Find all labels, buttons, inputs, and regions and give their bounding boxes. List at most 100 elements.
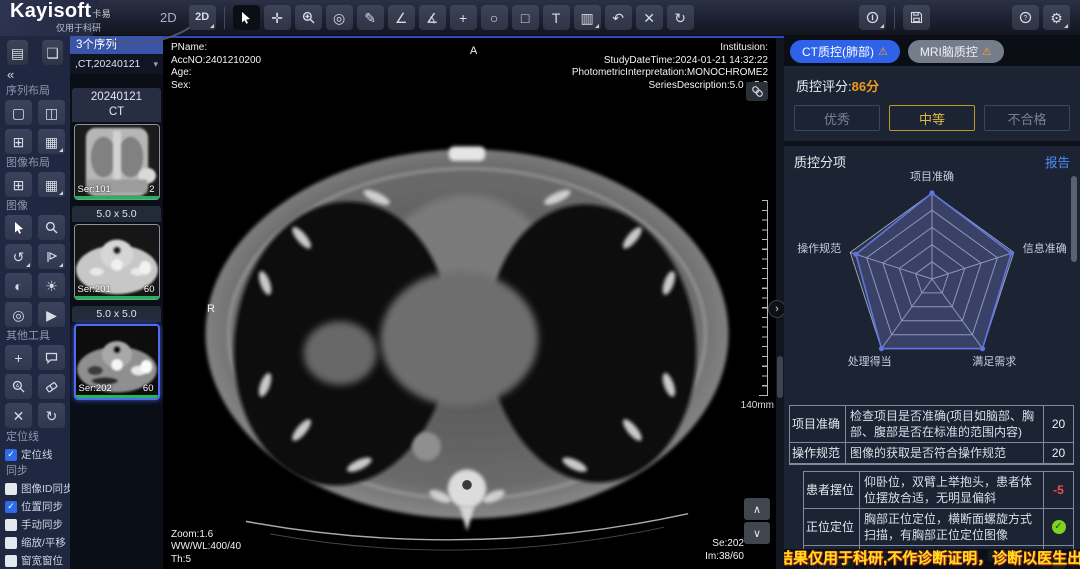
qc-item-score: ✓ bbox=[1044, 509, 1073, 545]
settings-button[interactable]: ⚙ bbox=[1043, 5, 1070, 30]
qc-item-description: 检查项目是否准确(项目如脑部、胸部、腹部是否在标准的范围内容) bbox=[846, 406, 1044, 442]
zoom-window-overlay: Zoom:1.6 WW/WL:400/40 Th:5 bbox=[171, 529, 241, 567]
pan-icon: ✛ bbox=[271, 11, 283, 25]
2d-view-button[interactable]: 2D bbox=[189, 5, 216, 30]
qc-score-value: 86分 bbox=[852, 79, 879, 94]
slice-scrollbar-thumb[interactable] bbox=[777, 356, 783, 398]
probe-tool[interactable]: + bbox=[450, 5, 477, 30]
brightness-icon: ☀ bbox=[45, 279, 58, 293]
image-viewport[interactable]: PName: AccNO:2401210200 Age: Sex: A Inst… bbox=[163, 36, 784, 569]
image-layout-3x3-icon: ▦ bbox=[45, 178, 58, 192]
series-layout-3x3[interactable]: ▦ bbox=[38, 129, 65, 154]
sidebar-tool-groups: 序列布局▢◫⊞▦图像布局⊞▦图像↺◐☀◎▶其他工具+A✕↻ bbox=[5, 85, 65, 428]
qc-score-label: 质控评分: bbox=[796, 79, 852, 94]
penalty-score: -5 bbox=[1053, 482, 1064, 498]
checkbox-缩放/平移[interactable]: 缩放/平移 bbox=[5, 535, 65, 550]
comment-tool[interactable] bbox=[38, 345, 65, 370]
series-number-label: Ser:201 bbox=[78, 284, 111, 295]
flip-rotate-tool[interactable]: ↺ bbox=[5, 244, 32, 269]
previous-slice-button[interactable]: ∧ bbox=[744, 498, 770, 520]
eraser-tool[interactable] bbox=[38, 374, 65, 399]
qc-subsection-title: 质控分项 bbox=[794, 152, 846, 171]
save-button[interactable] bbox=[903, 5, 930, 30]
undo-button[interactable]: ↶ bbox=[605, 5, 632, 30]
text-annotation-icon: T bbox=[552, 11, 561, 25]
svg-text:A: A bbox=[16, 383, 20, 389]
info-button[interactable] bbox=[859, 5, 886, 30]
tab-mri-brain-qc[interactable]: MRI脑质控 ⚠ bbox=[908, 40, 1004, 63]
grade-fail-button[interactable]: 不合格 bbox=[984, 105, 1070, 131]
qc-radar-chart: 项目准确信息准确满足需求处理得当操作规范 bbox=[791, 173, 1073, 401]
tab-ct-lung-qc[interactable]: CT质控(肺部) ⚠ bbox=[790, 40, 900, 63]
chevron-up-icon: ∧ bbox=[753, 503, 761, 516]
checkbox-定位线[interactable]: ✓定位线 bbox=[5, 447, 65, 462]
series-thumbnail-201[interactable]: Ser:201 60 bbox=[74, 224, 160, 300]
series-number-label: Ser:202 bbox=[79, 383, 112, 394]
cine-tool[interactable] bbox=[38, 244, 65, 269]
expand-panel-button[interactable]: › bbox=[768, 300, 784, 318]
play-tool[interactable]: ▶ bbox=[38, 302, 65, 327]
link-series-button[interactable] bbox=[746, 82, 768, 101]
report-panel-toggle[interactable]: ❏ bbox=[42, 40, 63, 65]
length-tool[interactable]: ✎ bbox=[357, 5, 384, 30]
series-list-toggle[interactable]: ▤ bbox=[7, 40, 28, 65]
clear-icon: ✕ bbox=[13, 409, 25, 423]
image-layout-3x3[interactable]: ▦ bbox=[38, 172, 65, 197]
report-link[interactable]: 报告 bbox=[1045, 152, 1070, 171]
section-label: 定位线 bbox=[6, 431, 64, 444]
series-layout-1x1[interactable]: ▢ bbox=[5, 100, 32, 125]
add-tool[interactable]: + bbox=[5, 345, 32, 370]
study-dropdown[interactable]: ,CT,20240121 ▾ bbox=[70, 54, 163, 74]
zoom-in-tool[interactable] bbox=[295, 5, 322, 30]
series-thumbnail-202-selected[interactable]: Ser:202 60 bbox=[74, 324, 160, 400]
image-layout-2x2[interactable]: ⊞ bbox=[5, 172, 32, 197]
checkbox-手动同步[interactable]: 手动同步 bbox=[5, 517, 65, 532]
qc-item-score: 20 bbox=[1044, 443, 1073, 463]
panel-scrollbar-thumb[interactable] bbox=[1071, 176, 1077, 262]
toolbar-separator bbox=[224, 7, 225, 29]
series-description-header: 5.0 x 5.0 bbox=[72, 306, 161, 322]
invert-tool[interactable]: ◐ bbox=[5, 273, 32, 298]
checkbox-图像ID同步[interactable]: 图像ID同步 bbox=[5, 481, 65, 496]
angle-tool[interactable]: ∠ bbox=[388, 5, 415, 30]
qc-panel: CT质控(肺部) ⚠ MRI脑质控 ⚠ 质控评分:86分 优秀 中等 不合格 质… bbox=[784, 36, 1080, 569]
cursor-tool[interactable] bbox=[233, 5, 260, 30]
help-button[interactable]: ? bbox=[1012, 5, 1039, 30]
warning-icon: ⚠ bbox=[982, 45, 992, 58]
link-icon bbox=[751, 85, 764, 98]
magnify-roi-tool[interactable]: A bbox=[5, 374, 32, 399]
series-layout-1x2[interactable]: ◫ bbox=[38, 100, 65, 125]
text-annotation-tool[interactable]: T bbox=[543, 5, 570, 30]
radar-axis-label: 操作规范 bbox=[797, 240, 841, 256]
grade-medium-button[interactable]: 中等 bbox=[889, 105, 975, 131]
series-description-header: 5.0 x 5.0 bbox=[72, 206, 161, 222]
sidebar-check-sections: 定位线✓定位线同步图像ID同步✓位置同步手动同步缩放/平移窗宽窗位 bbox=[5, 431, 65, 568]
pan-tool[interactable]: ✛ bbox=[264, 5, 291, 30]
clear-tool[interactable]: ✕ bbox=[5, 403, 32, 428]
series-layout-2x2-icon: ⊞ bbox=[13, 135, 25, 149]
next-slice-button[interactable]: ∨ bbox=[744, 522, 770, 544]
qc-grade-buttons: 优秀 中等 不合格 bbox=[784, 97, 1080, 133]
scale-ruler bbox=[761, 200, 768, 396]
brightness-tool[interactable]: ☀ bbox=[38, 273, 65, 298]
checkbox-位置同步[interactable]: ✓位置同步 bbox=[5, 499, 65, 514]
series-thumbnail-101[interactable]: Ser:101 2 bbox=[74, 124, 160, 200]
delete-annotation-button[interactable]: ✕ bbox=[636, 5, 663, 30]
target-tool[interactable]: ◎ bbox=[326, 5, 353, 30]
checkbox-窗宽窗位[interactable]: 窗宽窗位 bbox=[5, 553, 65, 568]
reset-button[interactable]: ↻ bbox=[667, 5, 694, 30]
orientation-marker-anterior: A bbox=[470, 45, 477, 58]
rect-roi-tool[interactable]: □ bbox=[512, 5, 539, 30]
search-tool[interactable] bbox=[38, 215, 65, 240]
pointer-tool[interactable] bbox=[5, 215, 32, 240]
localizer-tool[interactable]: ◎ bbox=[5, 302, 32, 327]
ct-axial-image bbox=[178, 108, 756, 556]
series-layout-2x2[interactable]: ⊞ bbox=[5, 129, 32, 154]
collapse-sidebar-button[interactable]: « bbox=[5, 67, 65, 82]
section-label: 其他工具 bbox=[6, 330, 64, 343]
ellipse-roi-tool[interactable]: ○ bbox=[481, 5, 508, 30]
cobb-angle-tool[interactable]: ∡ bbox=[419, 5, 446, 30]
window-preset-button[interactable]: ▥ bbox=[574, 5, 601, 30]
grade-excellent-button[interactable]: 优秀 bbox=[794, 105, 880, 131]
restore-tool[interactable]: ↻ bbox=[38, 403, 65, 428]
